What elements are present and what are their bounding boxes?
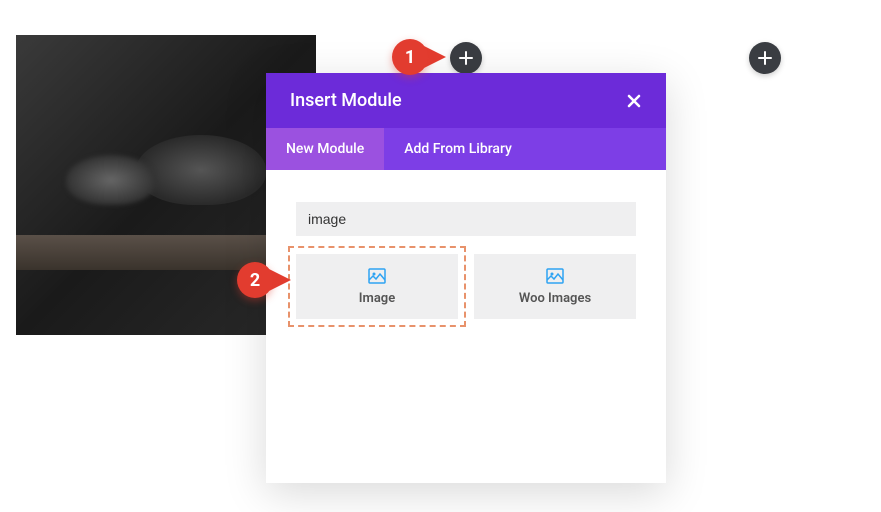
add-module-button[interactable] bbox=[749, 42, 781, 74]
modal-header: Insert Module bbox=[266, 73, 666, 128]
insert-module-modal: Insert Module New Module Add From Librar… bbox=[266, 73, 666, 483]
module-label: Woo Images bbox=[482, 291, 628, 306]
search-input[interactable] bbox=[296, 202, 636, 236]
close-icon bbox=[626, 93, 642, 109]
close-button[interactable] bbox=[626, 93, 642, 109]
annotation-step-1: 1 bbox=[392, 37, 454, 77]
module-woo-images[interactable]: Woo Images bbox=[474, 254, 636, 319]
module-list: Image Woo Images bbox=[266, 254, 666, 319]
plus-icon bbox=[459, 51, 473, 65]
tab-add-from-library[interactable]: Add From Library bbox=[384, 128, 532, 170]
modal-title: Insert Module bbox=[290, 90, 402, 111]
module-image[interactable]: Image bbox=[296, 254, 458, 319]
tab-new-module[interactable]: New Module bbox=[266, 128, 384, 170]
image-icon bbox=[304, 267, 450, 285]
modal-tabs: New Module Add From Library bbox=[266, 128, 666, 170]
add-module-button[interactable] bbox=[450, 42, 482, 74]
image-icon bbox=[482, 267, 628, 285]
module-label: Image bbox=[304, 291, 450, 306]
annotation-step-2: 2 bbox=[237, 260, 299, 300]
plus-icon bbox=[758, 51, 772, 65]
